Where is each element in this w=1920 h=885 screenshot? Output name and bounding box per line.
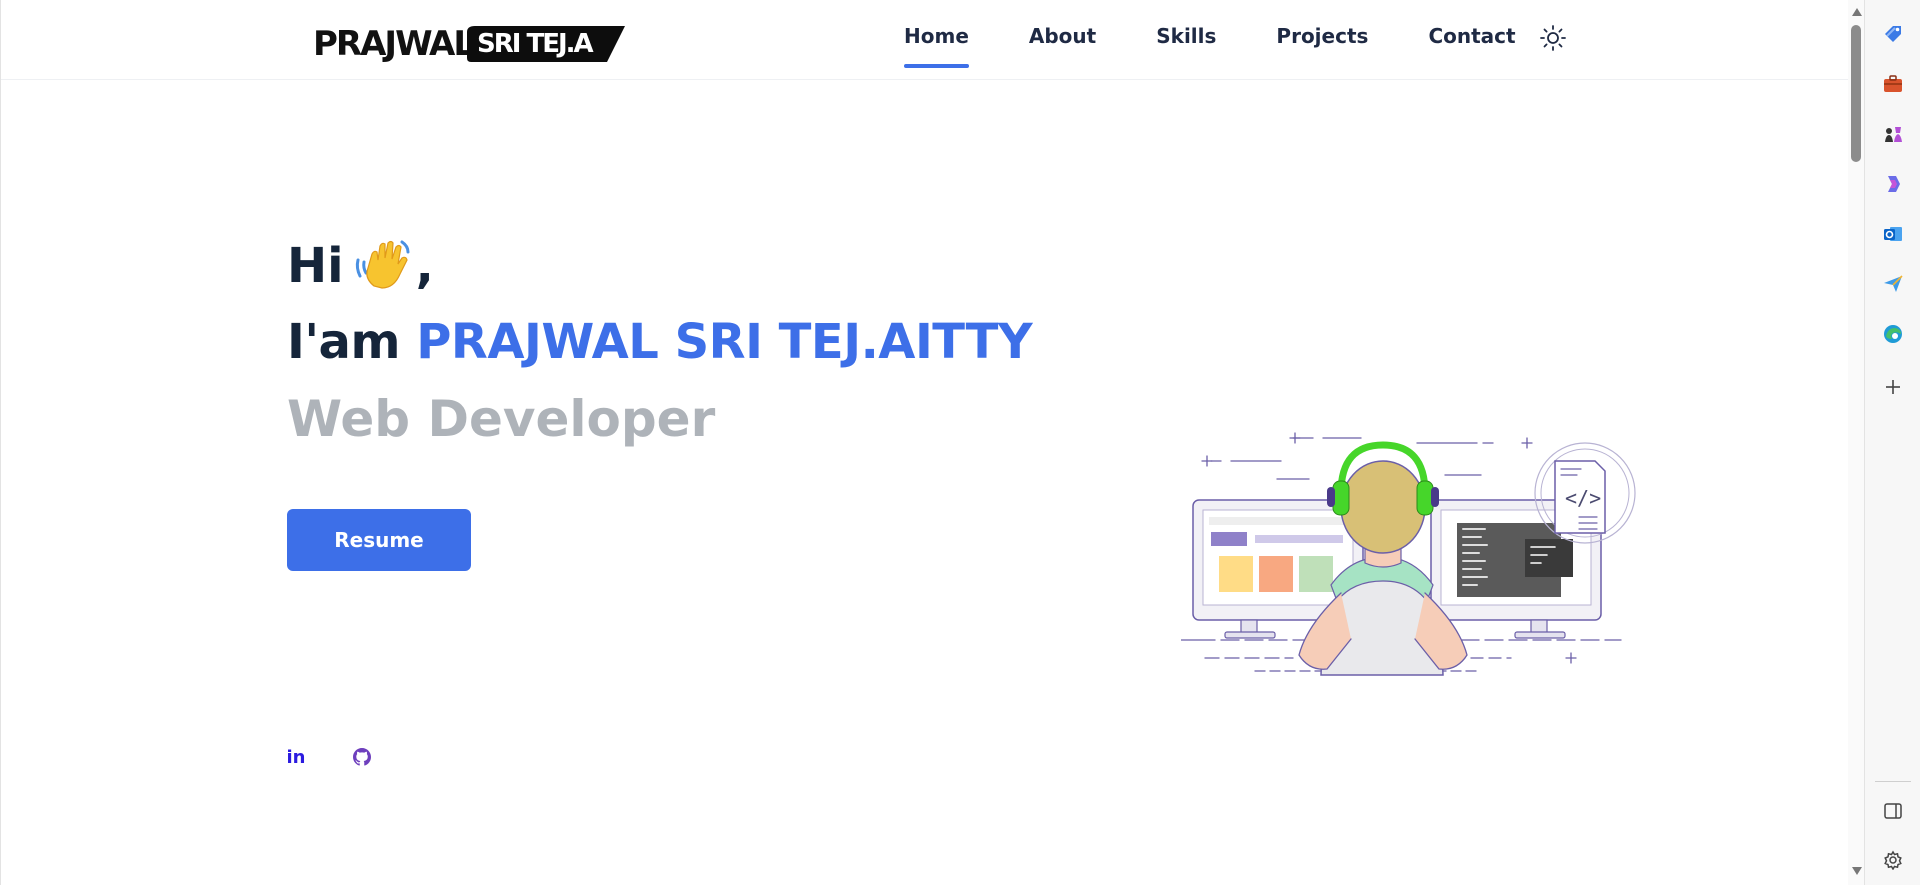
hero-intro: I'am PRAJWAL SRI TEJ.AITTY [287,314,1033,370]
site-logo[interactable]: PRAJWAL SRI TEJ.A [313,24,626,64]
scroll-up-arrow-icon[interactable] [1852,8,1862,16]
sun-icon[interactable] [1539,24,1567,52]
nav-contact[interactable]: Contact [1428,24,1515,68]
sidebar-toggle-icon[interactable] [1881,799,1905,823]
send-icon[interactable] [1881,272,1905,296]
chess-icon[interactable] [1881,122,1905,146]
tag-icon[interactable] [1881,22,1905,46]
add-icon[interactable] [1881,375,1905,399]
briefcase-icon[interactable] [1881,72,1905,96]
developer-illustration: </> [1180,425,1641,680]
hero-name: PRAJWAL SRI TEJ.AITTY [416,314,1033,370]
logo-main-text: PRAJWAL [313,24,475,64]
edge-icon[interactable] [1881,322,1905,346]
hero-role: Web Developer [287,390,716,448]
scroll-thumb[interactable] [1851,25,1861,162]
intro-text: I'am [287,314,400,370]
greeting-punct: , [415,238,434,294]
copilot-icon[interactable] [1881,172,1905,196]
browser-viewport: PRAJWAL SRI TEJ.A Home About Skills Proj… [0,0,1849,885]
main-nav: Home About Skills Projects Contact [904,24,1576,68]
nav-projects[interactable]: Projects [1276,24,1368,68]
svg-text:</>: </> [1565,486,1601,510]
scroll-down-arrow-icon[interactable] [1852,867,1862,875]
outlook-icon[interactable] [1881,222,1905,246]
site-header: PRAJWAL SRI TEJ.A Home About Skills Proj… [1,0,1849,80]
waving-hand-icon [354,238,412,290]
hero-greeting: Hi , [287,238,434,294]
logo-badge-text: SRI TEJ.A [477,29,594,59]
vertical-scrollbar[interactable] [1848,0,1864,885]
logo-badge: SRI TEJ.A [467,24,626,64]
linkedin-icon[interactable]: in [284,745,308,769]
github-icon[interactable] [350,745,374,769]
nav-skills[interactable]: Skills [1156,24,1216,68]
nav-about[interactable]: About [1029,24,1096,68]
sidebar-divider [1875,781,1911,782]
greeting-text: Hi [287,238,344,294]
settings-icon[interactable] [1881,848,1905,872]
browser-sidebar [1864,0,1920,885]
nav-home[interactable]: Home [904,24,969,68]
resume-button[interactable]: Resume [287,509,471,571]
